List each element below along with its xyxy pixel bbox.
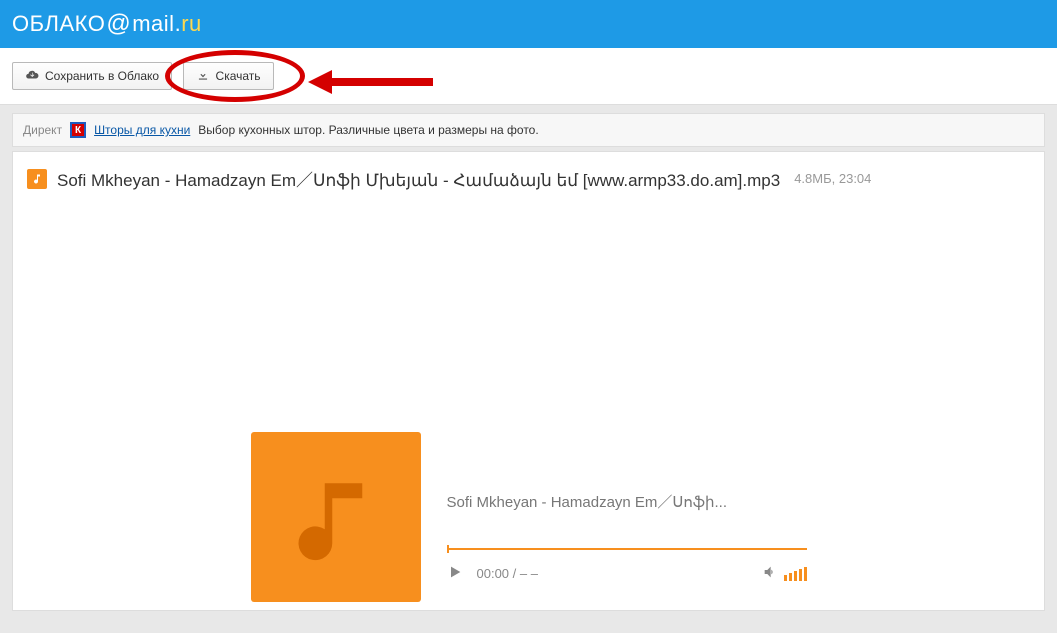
download-button[interactable]: Скачать (183, 62, 274, 90)
save-to-cloud-button[interactable]: Сохранить в Облако (12, 62, 172, 90)
download-label: Скачать (216, 69, 261, 83)
logo-dot: . (175, 11, 182, 37)
file-row[interactable]: Sofi Mkheyan - Hamadzayn Em／Սոֆի Մխեյան … (27, 166, 1030, 191)
annotation-arrow (308, 68, 438, 96)
file-name: Sofi Mkheyan - Hamadzayn Em／Սոֆի Մխեյան … (57, 166, 780, 191)
logo-mail: mail (132, 11, 174, 37)
ad-label: Директ (23, 123, 62, 137)
ad-text: Выбор кухонных штор. Различные цвета и р… (198, 123, 538, 137)
time-display: 00:00 / – – (477, 566, 538, 581)
download-icon (196, 68, 210, 85)
content-area: Sofi Mkheyan - Hamadzayn Em／Սոֆի Մխեյան … (12, 151, 1045, 611)
toolbar: Сохранить в Облако Скачать (0, 48, 1057, 105)
ad-provider-icon: К (70, 122, 86, 138)
logo-cloud: ОБЛАКО (12, 11, 105, 37)
file-meta: 4.8МБ, 23:04 (794, 171, 871, 186)
album-art-placeholder (251, 432, 421, 602)
app-header: ОБЛАКО @ mail . ru (0, 0, 1057, 48)
music-note-icon (291, 472, 381, 562)
cloud-download-icon (25, 68, 39, 85)
track-title: Sofi Mkheyan - Hamadzayn Em／Սոֆի... (447, 491, 807, 512)
volume-bars[interactable] (784, 567, 807, 581)
logo[interactable]: ОБЛАКО @ mail . ru (12, 10, 202, 38)
music-file-icon (27, 169, 47, 189)
player-controls-panel: Sofi Mkheyan - Hamadzayn Em／Սոֆի... 00:0… (447, 451, 807, 583)
progress-bar[interactable] (447, 548, 807, 550)
ad-link[interactable]: Шторы для кухни (94, 123, 190, 137)
ad-bar: Директ К Шторы для кухни Выбор кухонных … (12, 113, 1045, 147)
volume-icon (762, 564, 778, 583)
logo-at: @ (106, 10, 131, 38)
controls-row: 00:00 / – – (447, 564, 807, 583)
save-label: Сохранить в Облако (45, 69, 159, 83)
volume-control[interactable] (762, 564, 807, 583)
audio-player: Sofi Mkheyan - Hamadzayn Em／Սոֆի... 00:0… (251, 432, 807, 602)
play-button[interactable] (447, 564, 463, 583)
logo-ru: ru (181, 11, 202, 37)
